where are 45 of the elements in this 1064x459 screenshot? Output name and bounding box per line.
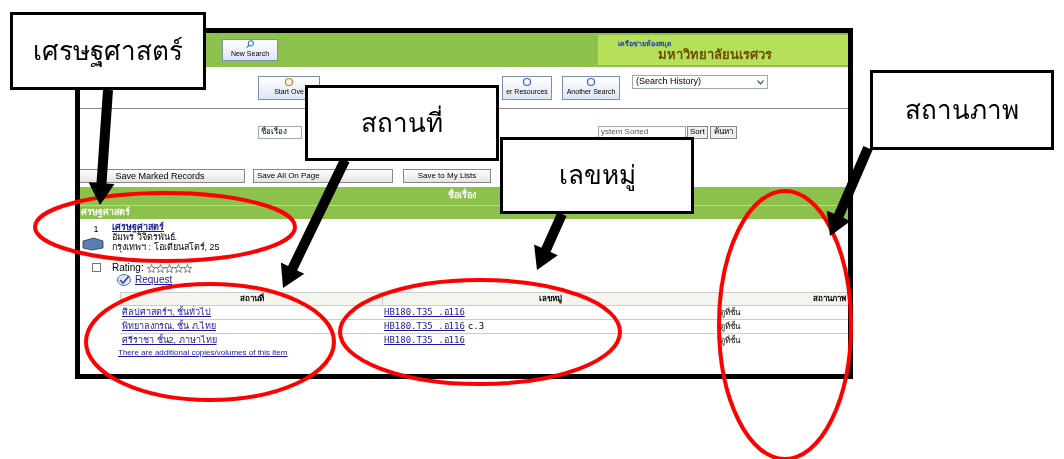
sort-button[interactable]: Sort [687,125,708,139]
callout-label: เลขหมู่ [500,137,694,214]
toolbar-icon [283,77,295,87]
star-icon [182,263,192,273]
copy-number: c.3 [467,320,485,333]
status-cell: ดูที่ชั้น [718,333,848,347]
additional-copies-link[interactable]: There are additional copies/volumes of this item [118,347,288,358]
status-cell: ดูที่ชั้น [718,305,848,319]
toolbar-icon [585,77,597,87]
callout-label: สถานที่ [305,85,499,161]
record-number: 1 [93,223,99,236]
call-number-link[interactable]: HB180.T35 .อ116 [384,320,465,333]
location-link[interactable]: ศรีราชา ชั้น2, ภาษาไทย [120,333,382,347]
save-button[interactable]: Save Marked Records [80,169,245,183]
call-number-link[interactable]: HB180.T35 .อ116 [384,334,465,347]
results-bar-label: ชื่อเรื่อง [448,189,476,203]
column-header: สถานภาพ [718,293,848,305]
column-header: เลขหมู่ [382,293,718,305]
arrow [534,211,567,270]
imprint-text: กรุงเทพฯ : โอเดียนสโตร์, 25 [112,242,220,252]
university-name: มหาวิทยาลัยนเรศวร [658,47,772,61]
check-icon [117,274,131,286]
star-icon [164,263,174,273]
search-button[interactable]: ค้นหา [709,125,737,139]
star-icon [173,263,183,273]
call-number-link[interactable]: HB180.T35 .อ116 [384,306,465,319]
request-link[interactable]: Request [135,275,173,285]
star-icon [155,263,165,273]
location-link[interactable]: ศิลปศาสตร์ฯ, ชั้นทั่วไป [120,305,382,319]
toolbar-icon [521,77,533,87]
location-link[interactable]: พิทยาลงกรณ, ชั้น ภ.ไทย [120,319,382,333]
title-link[interactable]: เศรษฐศาสตร์ [112,222,220,232]
star-icon [146,263,156,273]
save-button[interactable]: Save to My Lists [403,169,491,183]
select-checkbox[interactable] [91,262,101,272]
callout-label: สถานภาพ [870,70,1054,150]
save-button[interactable]: Save All On Page [253,169,393,183]
rating-label: Rating: [112,263,144,273]
author-text: อัมพร วิจิตรพันธ์. [112,232,178,242]
search-history-select[interactable]: (Search History) [632,75,768,89]
field-select[interactable]: ชื่อเรื่อง [258,125,302,139]
dropdown-icon [757,79,764,85]
callout-label: เศรษฐศาสตร์ [10,12,206,90]
group-heading: ศรษฐศาสตร์ [81,205,130,220]
status-cell: ดูที่ชั้น [718,319,848,333]
